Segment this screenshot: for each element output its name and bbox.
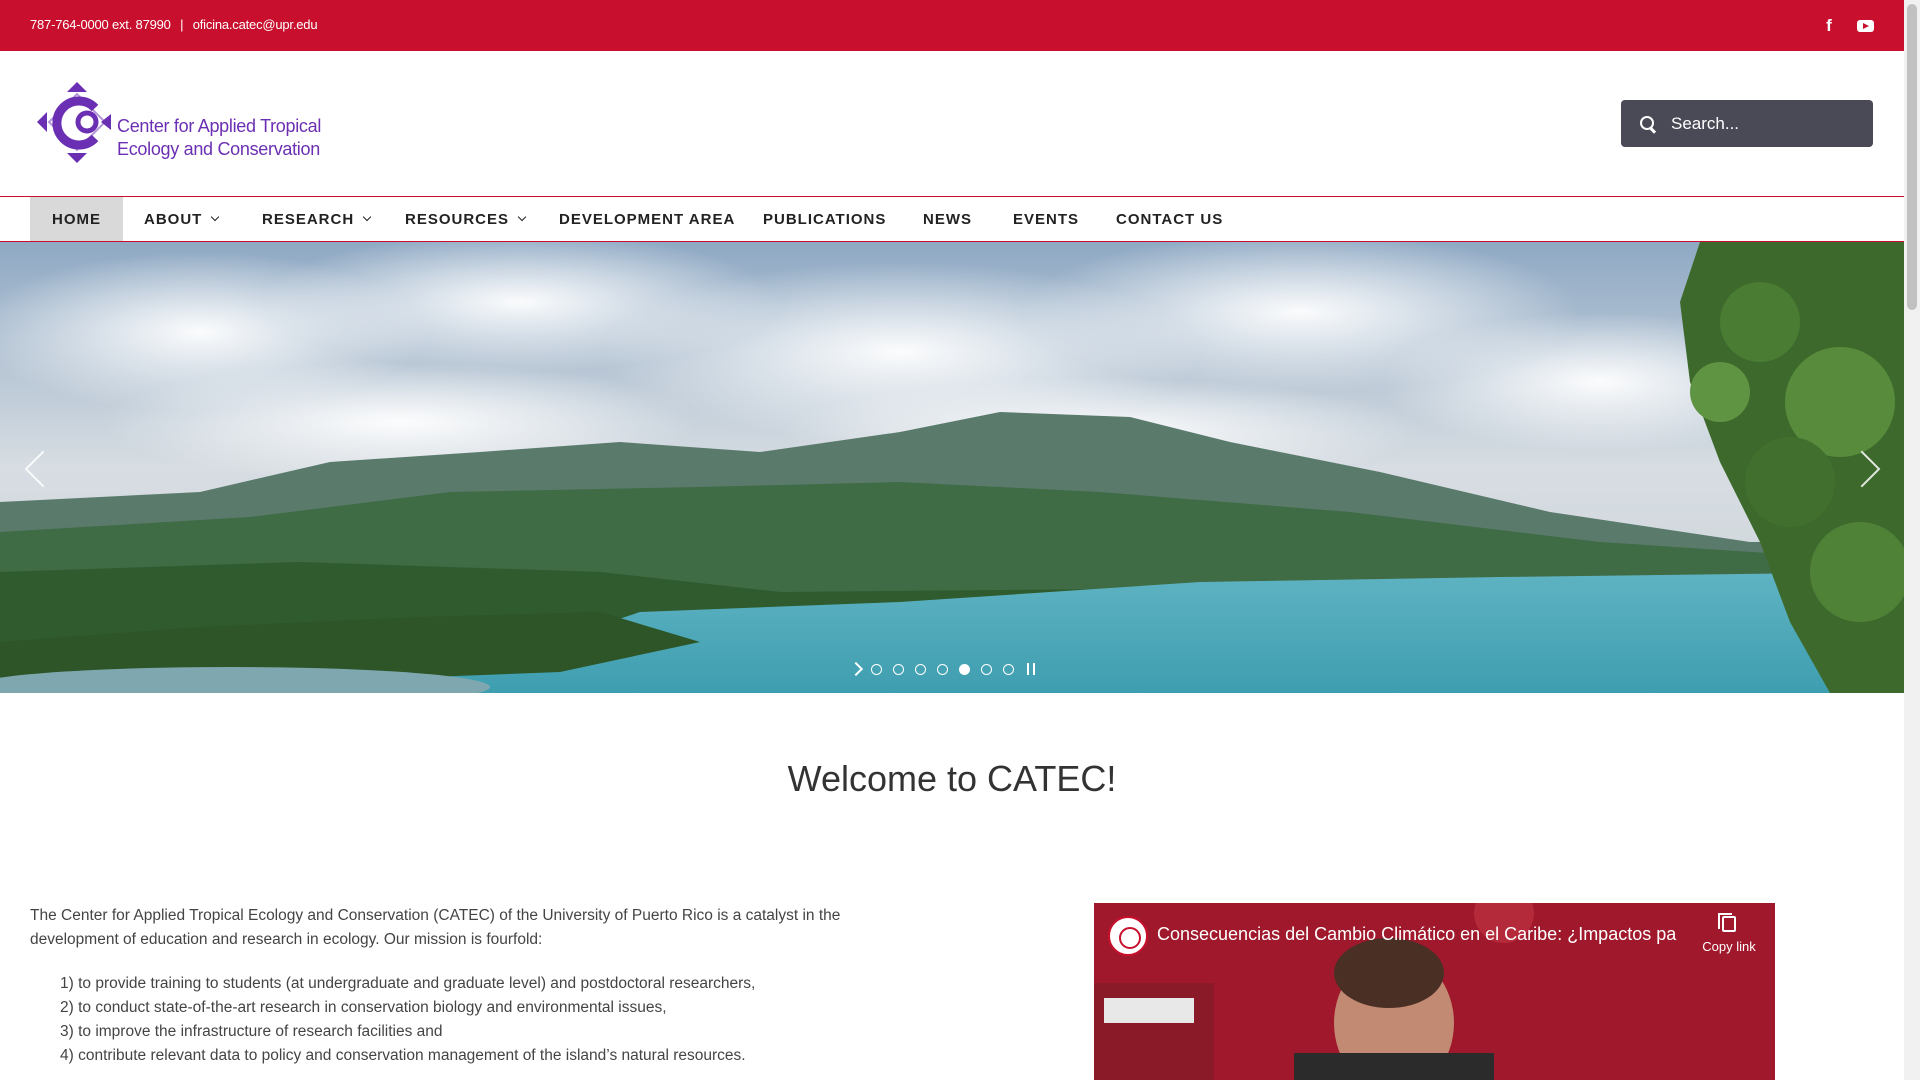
slider-dot[interactable] [981,663,992,675]
slider-dot[interactable] [1003,663,1014,675]
catec-logo-icon [37,82,111,163]
search-input[interactable] [1671,113,1861,134]
nav-item-news[interactable]: NEWS [923,197,972,241]
hero-slider[interactable] [0,242,1904,693]
intro-paragraph: The Center for Applied Tropical Ecology … [30,907,841,948]
mission-item: 1) to provide training to students (at u… [60,975,756,992]
separator: | [180,17,184,32]
nav-item-publications[interactable]: PUBLICATIONS [763,197,886,241]
welcome-heading: Welcome to CATEC! [787,758,1117,799]
video-title[interactable]: Consecuencias del Cambio Climático en el… [1157,924,1677,945]
nav-item-resources[interactable]: RESOURCES [405,197,527,241]
slider-next-arrow-icon[interactable] [1855,448,1881,488]
slider-dot[interactable] [937,663,948,675]
mission-item: 4) contribute relevant data to policy an… [60,1047,746,1064]
slider-dot[interactable] [915,663,926,675]
page: 787-764-0000 ext. 87990 | oficina.catec@… [0,0,1904,1080]
chevron-down-icon [211,212,220,222]
copy-icon [1718,913,1736,932]
top-bar: 787-764-0000 ext. 87990 | oficina.catec@… [0,0,1904,51]
pause-icon[interactable] [1027,663,1035,675]
scrollbar[interactable] [1904,0,1920,1080]
search-box[interactable] [1621,100,1873,147]
nav-item-contact-us[interactable]: CONTACT US [1116,197,1223,241]
slider-dot-active[interactable] [959,663,970,675]
logo-line-2: Ecology and Conservation [117,139,320,159]
email-link[interactable]: oficina.catec@upr.edu [193,17,318,32]
logo-line-1: Center for Applied Tropical [117,116,322,136]
channel-avatar[interactable] [1108,916,1148,956]
slider-prev-arrow-icon[interactable] [22,448,48,488]
slider-pagination [848,661,1035,677]
facebook-icon[interactable]: f [1819,16,1839,36]
phone-link[interactable]: 787-764-0000 ext. 87990 [30,17,171,32]
youtube-video-embed[interactable]: Consecuencias del Cambio Climático en el… [1094,903,1775,1080]
main-navigation: HOME ABOUT RESEARCH RESOURCES DEVELOPMEN… [0,196,1904,242]
search-icon[interactable] [1639,115,1657,133]
nav-item-events[interactable]: EVENTS [1013,197,1079,241]
chevron-down-icon [517,212,527,222]
copy-link-label: Copy link [1702,939,1756,954]
copy-link-button[interactable]: Copy link [1694,913,1764,954]
nav-item-development-area[interactable]: DEVELOPMENT AREA [559,197,735,241]
slider-dot[interactable] [893,663,904,675]
contact-info: 787-764-0000 ext. 87990 | oficina.catec@… [30,17,323,32]
nav-item-home[interactable]: HOME [30,197,123,241]
slider-dot[interactable] [871,663,882,675]
hero-landscape-image [0,242,1904,693]
logo[interactable]: Center for Applied Tropical Ecology and … [35,80,355,165]
play-icon[interactable] [848,661,864,677]
chevron-down-icon [362,212,372,222]
nav-item-about[interactable]: ABOUT [144,197,220,241]
mission-item: 3) to improve the infrastructure of rese… [60,1023,443,1040]
logo-text: Center for Applied Tropical Ecology and … [117,115,321,161]
youtube-icon[interactable] [1855,16,1875,36]
mission-item: 2) to conduct state-of-the-art research … [60,999,667,1016]
scrollbar-thumb[interactable] [1907,4,1917,310]
nav-item-research[interactable]: RESEARCH [262,197,372,241]
mission-list: 1) to provide training to students (at u… [60,972,755,1068]
